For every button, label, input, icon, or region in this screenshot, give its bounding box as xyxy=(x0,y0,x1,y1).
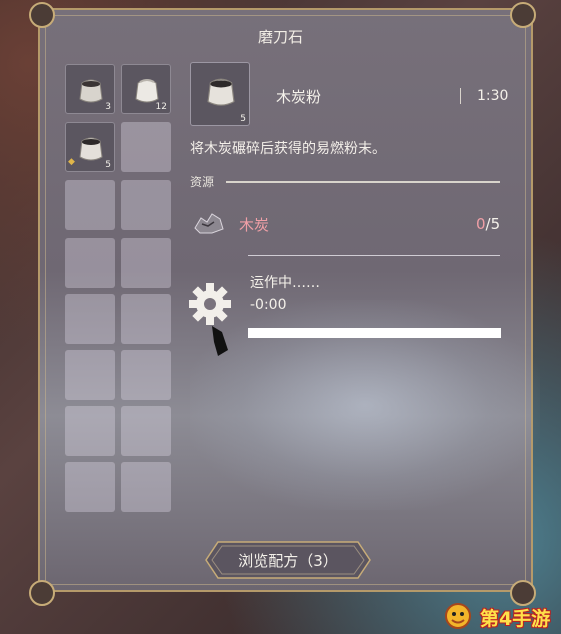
slot-count: 3 xyxy=(105,102,111,112)
divider xyxy=(460,88,461,104)
inventory-slot-empty[interactable] xyxy=(121,350,171,400)
inventory-slot-empty[interactable] xyxy=(121,238,171,288)
browse-recipes-label: 浏览配方（3） xyxy=(238,552,338,570)
charcoal-icon xyxy=(194,213,224,234)
browse-recipes-button[interactable]: 浏览配方（3） xyxy=(204,538,372,582)
slot-count: 12 xyxy=(155,102,167,112)
selected-item-count: 5 xyxy=(240,114,246,124)
item-description: 将木炭碾碎后获得的易燃粉末。 xyxy=(190,141,386,157)
inventory-slot-empty[interactable] xyxy=(65,350,115,400)
work-status: 运作中…… xyxy=(250,275,320,291)
inventory-slot-empty[interactable] xyxy=(65,180,115,230)
cursor-icon xyxy=(212,326,228,356)
item-name: 木炭粉 xyxy=(276,88,322,106)
resource-have: 0 xyxy=(476,215,486,233)
resource-need: /5 xyxy=(485,215,501,233)
resource-count: 0/5 xyxy=(476,215,500,233)
charcoal-powder-sack-icon xyxy=(207,78,235,106)
site-watermark: 第4手游 xyxy=(440,600,558,630)
resources-divider xyxy=(226,181,500,183)
corner-ornament xyxy=(29,580,55,606)
sack-icon xyxy=(79,137,103,161)
panel-title: 磨刀石 xyxy=(257,28,303,46)
sack-icon xyxy=(79,79,103,103)
highlight-star-icon: ◆ xyxy=(68,157,75,167)
inventory-slot-empty[interactable] xyxy=(65,294,115,344)
inventory-slot[interactable]: 3 xyxy=(65,64,115,114)
watermark-text: 第4手游 xyxy=(480,608,551,630)
inventory-slot-empty[interactable] xyxy=(65,406,115,456)
section-divider xyxy=(248,255,500,256)
inventory-slot[interactable]: ◆ 5 xyxy=(65,122,115,172)
inventory-slot-empty[interactable] xyxy=(121,462,171,512)
inventory-slot-empty[interactable] xyxy=(121,406,171,456)
inventory-slot-empty[interactable] xyxy=(121,294,171,344)
work-timer: -0:00 xyxy=(250,297,287,313)
inventory-slot-empty[interactable] xyxy=(121,122,171,172)
inventory-slot[interactable]: 12 xyxy=(121,64,171,114)
resources-label: 资源 xyxy=(190,175,215,189)
selected-item-slot: 5 xyxy=(190,62,250,126)
resource-name: 木炭 xyxy=(239,216,270,234)
inventory-slot-empty[interactable] xyxy=(121,180,171,230)
mascot-icon xyxy=(445,603,471,629)
slot-count: 5 xyxy=(105,160,111,170)
inventory-slot-empty[interactable] xyxy=(65,462,115,512)
corner-ornament xyxy=(29,2,55,28)
corner-ornament xyxy=(510,2,536,28)
inventory-slot-empty[interactable] xyxy=(65,238,115,288)
progress-bar xyxy=(248,328,501,338)
craft-time: 1:30 xyxy=(477,88,509,104)
gear-icon xyxy=(189,283,231,356)
